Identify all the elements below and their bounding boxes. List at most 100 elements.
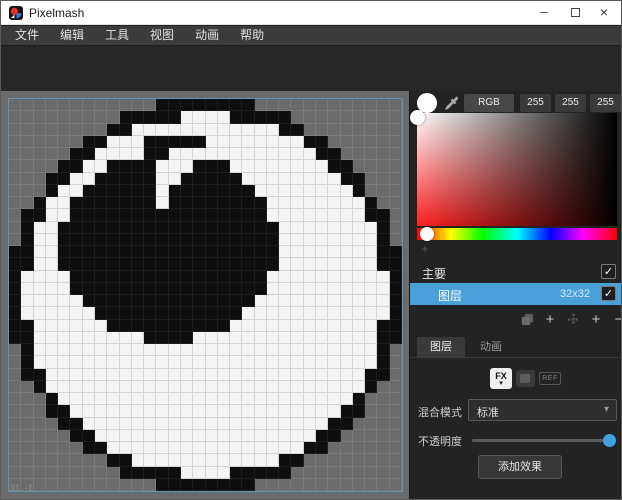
- pixel-cell[interactable]: [341, 185, 353, 197]
- pixel-cell[interactable]: [267, 332, 279, 344]
- pixel-cell[interactable]: [21, 467, 33, 479]
- pixel-cell[interactable]: [365, 393, 377, 405]
- pixel-cell[interactable]: [328, 99, 340, 111]
- pixel-cell[interactable]: [279, 442, 291, 454]
- pixel-cell[interactable]: [34, 442, 46, 454]
- pixel-cell[interactable]: [21, 209, 33, 221]
- pixel-cell[interactable]: [46, 271, 58, 283]
- pixel-cell[interactable]: [21, 111, 33, 123]
- pixel-cell[interactable]: [132, 442, 144, 454]
- pixel-cell[interactable]: [267, 479, 279, 491]
- pixel-cell[interactable]: [390, 467, 402, 479]
- pixel-cell[interactable]: [242, 418, 254, 430]
- pixel-cell[interactable]: [58, 442, 70, 454]
- pixel-cell[interactable]: [107, 332, 119, 344]
- pixel-cell[interactable]: [365, 124, 377, 136]
- pixel-cell[interactable]: [353, 320, 365, 332]
- pixel-cell[interactable]: [132, 356, 144, 368]
- pixel-cell[interactable]: [34, 185, 46, 197]
- pixel-cell[interactable]: [353, 271, 365, 283]
- pixel-cell[interactable]: [107, 381, 119, 393]
- pixel-cell[interactable]: [206, 283, 218, 295]
- pixel-cell[interactable]: [279, 344, 291, 356]
- pixel-cell[interactable]: [83, 99, 95, 111]
- pixel-cell[interactable]: [218, 320, 230, 332]
- pixel-cell[interactable]: [279, 307, 291, 319]
- pixel-cell[interactable]: [95, 344, 107, 356]
- pixel-cell[interactable]: [291, 442, 303, 454]
- pixel-cell[interactable]: [120, 295, 132, 307]
- pixel-cell[interactable]: [132, 197, 144, 209]
- pixel-cell[interactable]: [365, 136, 377, 148]
- pixel-cell[interactable]: [242, 295, 254, 307]
- pixel-cell[interactable]: [156, 160, 168, 172]
- pixel-cell[interactable]: [83, 283, 95, 295]
- pixel-cell[interactable]: [242, 222, 254, 234]
- pixel-cell[interactable]: [267, 369, 279, 381]
- add-swatch-button[interactable]: +: [417, 243, 433, 255]
- pixel-cell[interactable]: [144, 111, 156, 123]
- pixel-cell[interactable]: [206, 246, 218, 258]
- pixel-cell[interactable]: [132, 234, 144, 246]
- pixel-cell[interactable]: [9, 381, 21, 393]
- pixel-cell[interactable]: [365, 344, 377, 356]
- layer-row-0[interactable]: 主要✓: [410, 261, 622, 283]
- pixel-cell[interactable]: [58, 356, 70, 368]
- pixel-cell[interactable]: [316, 160, 328, 172]
- pixel-cell[interactable]: [341, 454, 353, 466]
- pixel-cell[interactable]: [193, 209, 205, 221]
- pixel-cell[interactable]: [291, 418, 303, 430]
- pixel-cell[interactable]: [156, 344, 168, 356]
- pixel-cell[interactable]: [193, 418, 205, 430]
- pixel-cell[interactable]: [242, 405, 254, 417]
- pixel-cell[interactable]: [21, 307, 33, 319]
- pixel-cell[interactable]: [169, 160, 181, 172]
- pixel-cell[interactable]: [58, 344, 70, 356]
- duplicate-layer-icon[interactable]: [517, 309, 537, 329]
- pixel-cell[interactable]: [83, 148, 95, 160]
- pixel-cell[interactable]: [46, 222, 58, 234]
- pixel-cell[interactable]: [193, 442, 205, 454]
- pixel-cell[interactable]: [34, 283, 46, 295]
- pixel-cell[interactable]: [267, 320, 279, 332]
- pixel-cell[interactable]: [34, 393, 46, 405]
- pixel-cell[interactable]: [341, 111, 353, 123]
- pixel-cell[interactable]: [156, 99, 168, 111]
- pixel-cell[interactable]: [132, 393, 144, 405]
- pixel-cell[interactable]: [279, 111, 291, 123]
- pixel-cell[interactable]: [107, 479, 119, 491]
- pixel-cell[interactable]: [46, 160, 58, 172]
- pixel-cell[interactable]: [83, 209, 95, 221]
- pixel-cell[interactable]: [58, 246, 70, 258]
- pixel-cell[interactable]: [390, 418, 402, 430]
- pixel-cell[interactable]: [120, 271, 132, 283]
- pixel-cell[interactable]: [120, 344, 132, 356]
- pixel-cell[interactable]: [156, 209, 168, 221]
- pixel-cell[interactable]: [95, 381, 107, 393]
- menu-item-4[interactable]: 动画: [189, 26, 225, 45]
- pixel-cell[interactable]: [390, 185, 402, 197]
- pixel-cell[interactable]: [169, 283, 181, 295]
- pixel-cell[interactable]: [95, 209, 107, 221]
- pixel-cell[interactable]: [267, 222, 279, 234]
- pixel-cell[interactable]: [181, 173, 193, 185]
- pixel-cell[interactable]: [365, 246, 377, 258]
- pixel-cell[interactable]: [156, 271, 168, 283]
- pixel-cell[interactable]: [218, 454, 230, 466]
- pixel-cell[interactable]: [144, 283, 156, 295]
- pixel-cell[interactable]: [107, 185, 119, 197]
- pixel-cell[interactable]: [21, 173, 33, 185]
- pixel-cell[interactable]: [95, 111, 107, 123]
- pixel-cell[interactable]: [218, 430, 230, 442]
- pixel-cell[interactable]: [34, 320, 46, 332]
- pixel-cell[interactable]: [107, 222, 119, 234]
- pixel-cell[interactable]: [120, 99, 132, 111]
- pixel-cell[interactable]: [230, 173, 242, 185]
- pixel-cell[interactable]: [34, 160, 46, 172]
- pixel-cell[interactable]: [58, 185, 70, 197]
- pixel-cell[interactable]: [328, 160, 340, 172]
- pixel-cell[interactable]: [46, 283, 58, 295]
- pixel-cell[interactable]: [132, 381, 144, 393]
- pixel-cell[interactable]: [156, 185, 168, 197]
- pixel-cell[interactable]: [83, 295, 95, 307]
